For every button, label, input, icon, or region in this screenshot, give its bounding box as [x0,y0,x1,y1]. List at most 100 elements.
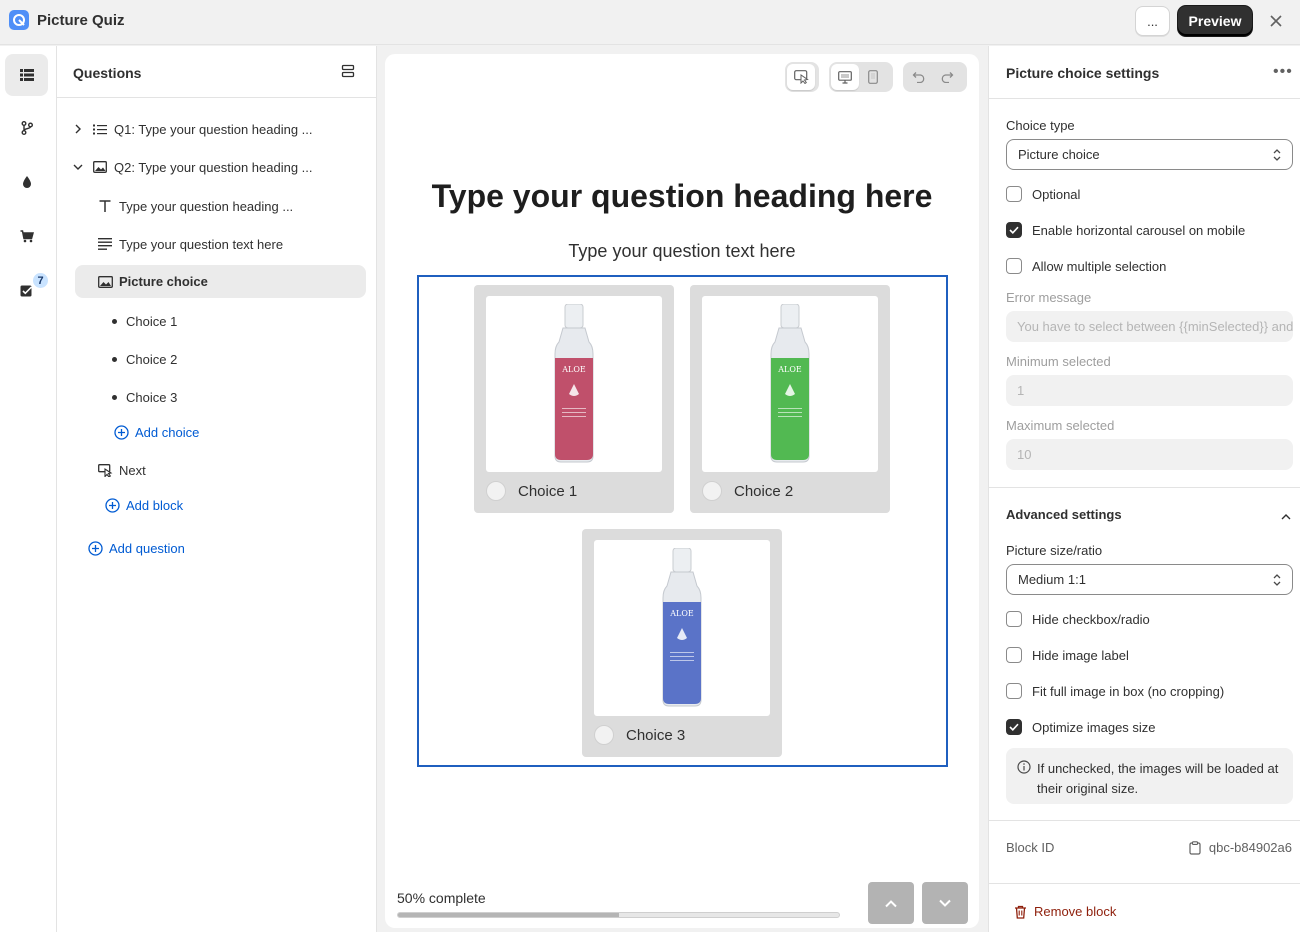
chevron-up-icon[interactable] [1281,509,1291,524]
multiple-selection-checkbox[interactable] [1006,258,1022,274]
optimize-images-label: Optimize images size [1032,719,1156,735]
add-block-button[interactable]: Add block [104,490,183,520]
rail-design-button[interactable] [5,161,48,203]
undo-button[interactable] [905,64,933,90]
add-question-button[interactable]: Add question [87,533,185,563]
carousel-checkbox-row[interactable]: Enable horizontal carousel on mobile [1006,221,1245,239]
hide-image-label-row[interactable]: Hide image label [1006,646,1129,664]
previous-question-button[interactable] [868,882,914,924]
optional-checkbox-row[interactable]: Optional [1006,185,1080,203]
fit-full-image-row[interactable]: Fit full image in box (no cropping) [1006,682,1224,700]
rail-results-button[interactable]: 7 [5,269,48,311]
image-icon [97,274,113,290]
chevron-right-icon [70,121,86,137]
tree-item-q1[interactable]: Q1: Type your question heading ... [70,114,313,144]
quiz-preview-canvas: Type your question heading here Type you… [385,54,979,928]
picture-size-value: Medium 1:1 [1018,572,1086,587]
multiple-selection-checkbox-row[interactable]: Allow multiple selection [1006,257,1166,275]
tree-item-choice-1[interactable]: Choice 1 [110,306,177,336]
branch-icon [21,121,33,135]
picture-size-select[interactable]: Medium 1:1 [1006,564,1293,595]
clipboard-icon [1189,840,1201,855]
bullet-icon [112,394,117,400]
choice-radio[interactable] [486,481,506,501]
fit-full-image-checkbox[interactable] [1006,683,1022,699]
minimum-selected-input: 1 [1006,375,1293,406]
tree-item-choice-2[interactable]: Choice 2 [110,344,177,374]
list-icon [19,69,34,81]
advanced-settings-title[interactable]: Advanced settings [1006,507,1122,522]
inspect-button[interactable] [787,64,815,90]
next-question-button[interactable] [922,882,968,924]
rail-products-button[interactable] [5,215,48,257]
tree-item-text-block[interactable]: Type your question text here [97,229,283,259]
choice-type-select[interactable]: Picture choice [1006,139,1293,170]
choice-type-label: Choice type [1006,118,1075,133]
redo-icon [941,72,954,83]
optimize-images-checkbox[interactable] [1006,719,1022,735]
chevron-up-icon [885,899,897,907]
toner-bottle-image: ALOE [554,304,594,463]
info-banner: If unchecked, the images will be loaded … [1006,748,1293,804]
settings-title: Picture choice settings [1006,65,1160,81]
choice-type-value: Picture choice [1018,147,1100,162]
tree-item-label: Choice 2 [126,351,178,367]
block-id-value: qbc-b84902a6 [1208,840,1292,855]
carousel-checkbox[interactable] [1006,222,1022,238]
hide-checkbox-checkbox[interactable] [1006,611,1022,627]
product-text: ALOE [561,365,586,374]
optional-checkbox[interactable] [1006,186,1022,202]
add-choice-label: Add choice [135,424,200,440]
divider [989,98,1300,99]
choice-label: Choice 3 [626,727,686,744]
choice-radio[interactable] [594,725,614,745]
optimize-images-row[interactable]: Optimize images size [1006,718,1156,736]
rail-questions-button[interactable] [5,54,48,96]
collapse-all-icon[interactable] [341,64,359,82]
preview-button[interactable]: Preview [1178,6,1252,36]
settings-panel: Picture choice settings ••• Choice type … [988,46,1300,932]
tree-item-label: Type your question heading ... [119,198,294,214]
undo-icon [912,72,925,83]
tree-item-label: Choice 1 [126,313,178,329]
progress-fill [398,913,619,917]
desktop-view-button[interactable] [831,64,859,90]
tree-item-heading-block[interactable]: Type your question heading ... [97,191,293,221]
picture-size-label: Picture size/ratio [1006,543,1103,558]
top-bar: Picture Quiz ... Preview [0,0,1300,45]
choice-image: ALOE [702,296,878,472]
more-actions-button[interactable]: ... [1135,6,1170,36]
add-question-label: Add question [109,540,185,556]
choice-card-3[interactable]: ALOE Choice 3 [582,529,782,757]
minimum-selected-label: Minimum selected [1006,354,1111,369]
hide-image-label-label: Hide image label [1032,647,1129,663]
app-title: Picture Quiz [37,12,125,29]
remove-block-button[interactable]: Remove block [1014,904,1116,919]
hide-checkbox-row[interactable]: Hide checkbox/radio [1006,610,1150,628]
picture-choice-block[interactable]: ALOE Choice 1 ALOE Choice 2 ALOE Choice … [417,275,948,767]
block-id-copy[interactable]: qbc-b84902a6 [1189,840,1292,855]
tree-item-picture-choice[interactable]: Picture choice [75,265,366,298]
choice-card-1[interactable]: ALOE Choice 1 [474,285,674,513]
product-text: ALOE [669,609,694,618]
rail-logic-button[interactable] [5,107,48,149]
question-heading[interactable]: Type your question heading here [385,178,979,215]
add-choice-button[interactable]: Add choice [113,417,199,447]
close-icon[interactable] [1266,11,1286,31]
choice-radio[interactable] [702,481,722,501]
settings-more-icon[interactable]: ••• [1273,63,1293,81]
question-text[interactable]: Type your question text here [385,241,979,262]
choice-card-2[interactable]: ALOE Choice 2 [690,285,890,513]
error-message-input: You have to select between {{minSelected… [1006,311,1293,342]
error-message-label: Error message [1006,290,1092,305]
image-question-icon [92,159,108,175]
mobile-view-button[interactable] [859,64,887,90]
add-block-label: Add block [126,497,184,513]
hide-image-label-checkbox[interactable] [1006,647,1022,663]
redo-button[interactable] [933,64,961,90]
tree-item-choice-3[interactable]: Choice 3 [110,382,177,412]
questions-panel: Questions Q1: Type your question heading… [57,46,377,932]
tree-item-q2[interactable]: Q2: Type your question heading ... [70,152,313,182]
tree-item-next-block[interactable]: Next [97,455,146,485]
bullet-icon [112,356,117,362]
